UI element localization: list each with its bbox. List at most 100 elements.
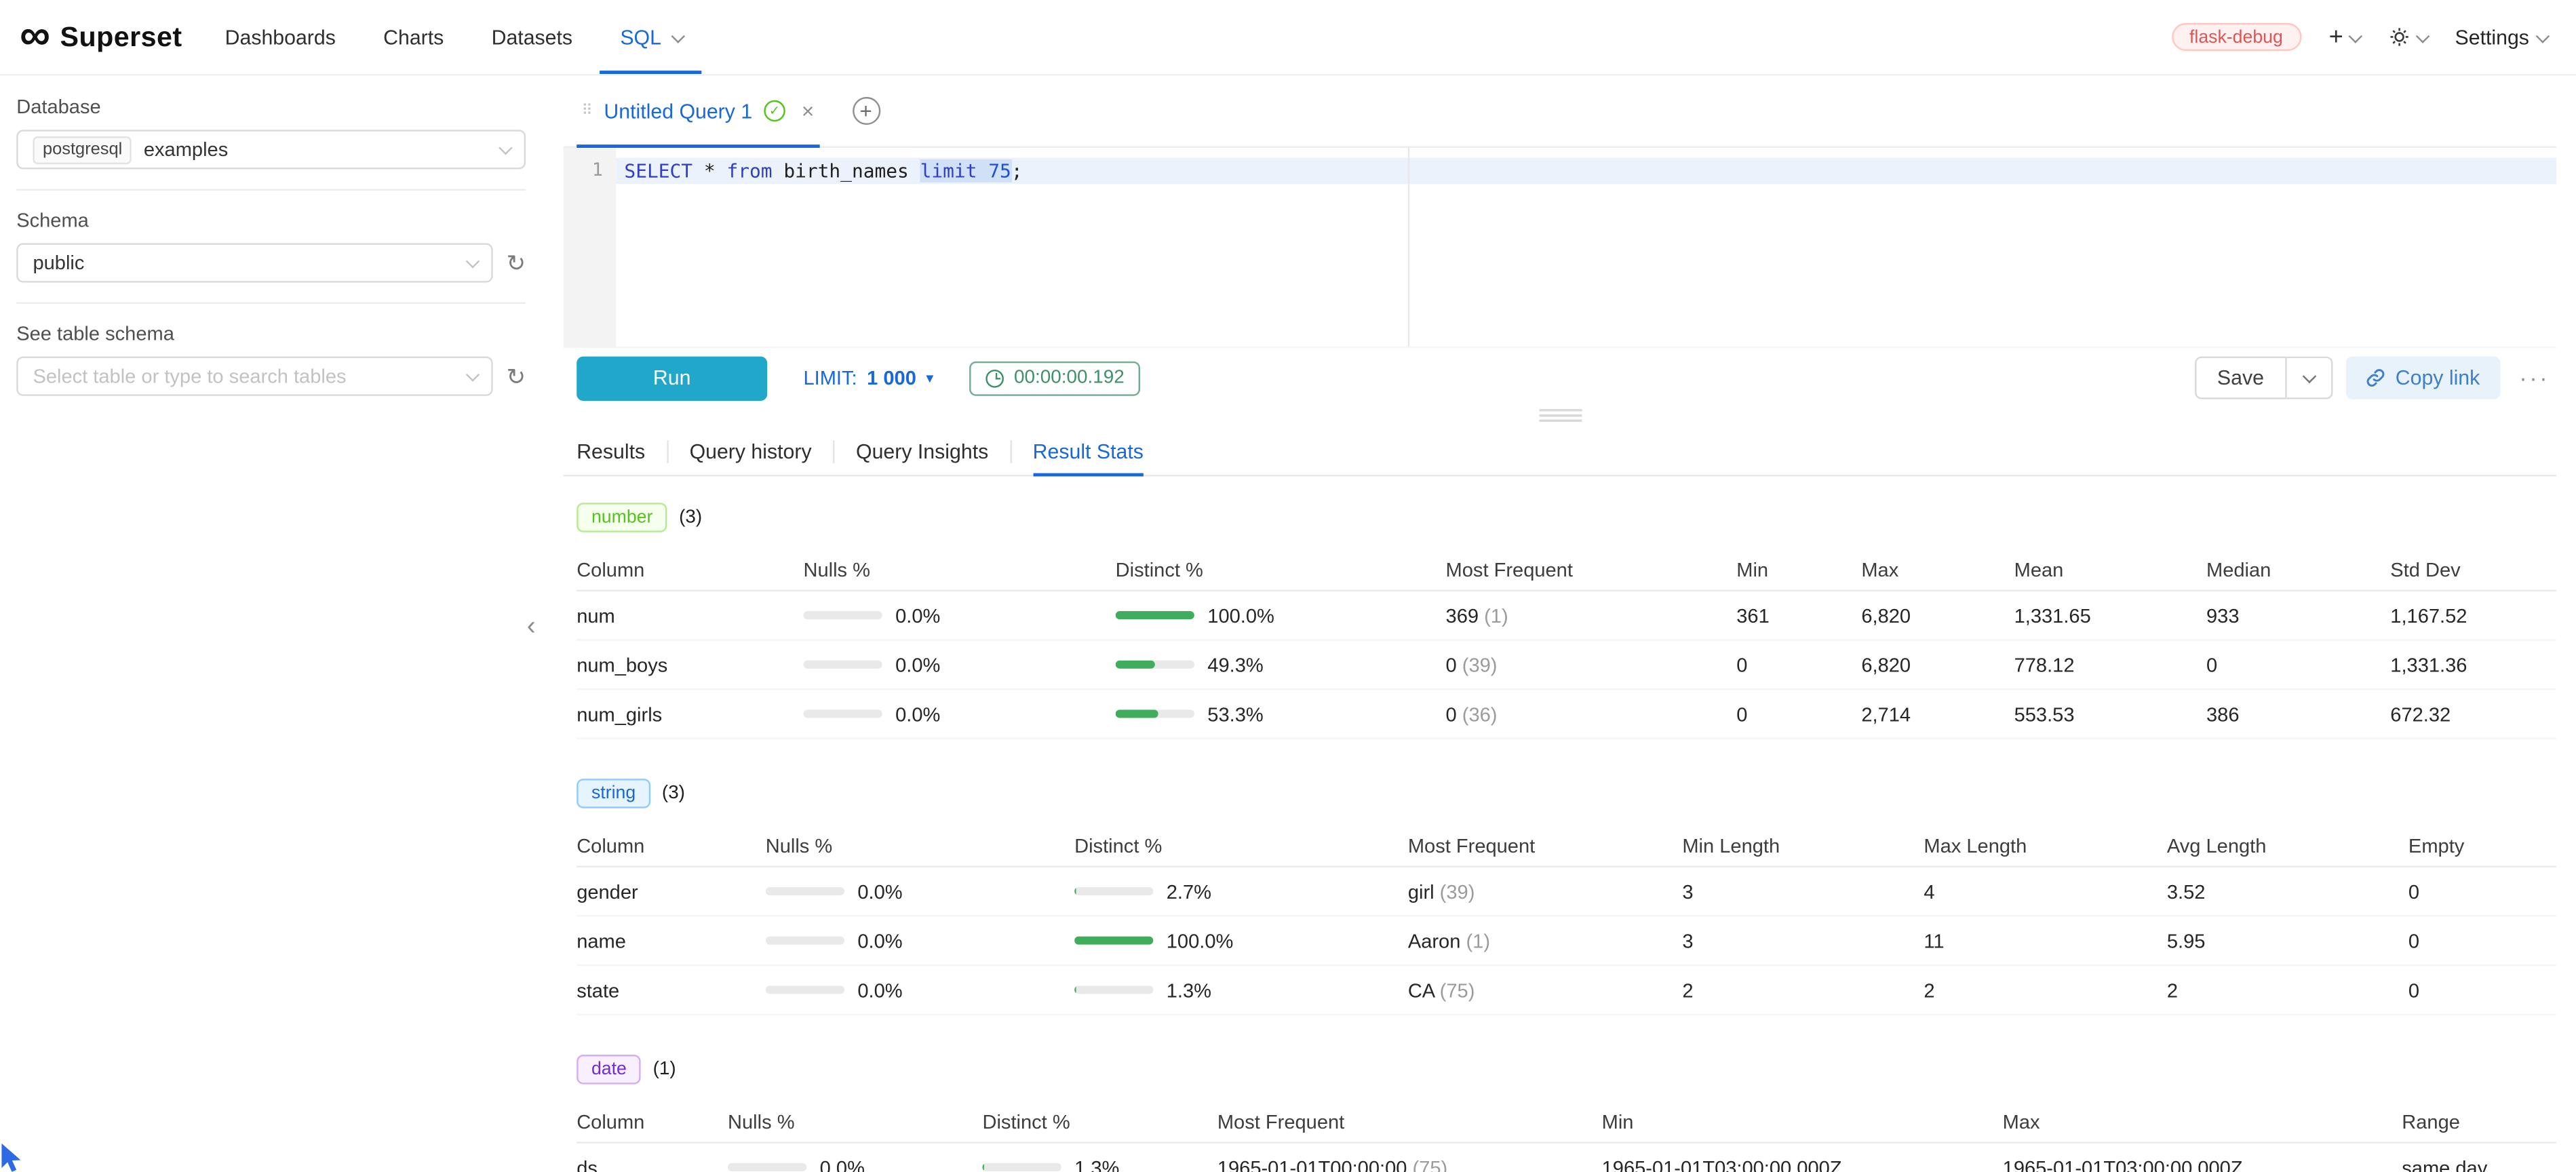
- nav-right: flask-debug + Settings: [2171, 23, 2546, 51]
- percent-cell: 0.0%: [766, 978, 1074, 1001]
- copy-link-button[interactable]: Copy link: [2346, 357, 2499, 399]
- percent-cell: 0.0%: [728, 1156, 982, 1172]
- theme-toggle[interactable]: [2388, 26, 2427, 47]
- results-tab-bar: Results Query history Query Insights Res…: [564, 427, 2556, 477]
- column-header: Max Length: [1924, 834, 2166, 857]
- percent-cell: 2.7%: [1074, 880, 1408, 903]
- column-header: Max: [1861, 558, 2014, 581]
- percent-bar: [728, 1163, 806, 1171]
- save-dropdown-button[interactable]: [2287, 357, 2333, 399]
- stat-cell: 0: [2408, 929, 2556, 952]
- most-frequent-cell: 369 (1): [1446, 604, 1737, 627]
- drag-handle-icon[interactable]: ⠿: [581, 102, 592, 120]
- refresh-tables-icon[interactable]: ↻: [507, 365, 526, 388]
- link-icon: [2366, 368, 2385, 388]
- schema-select[interactable]: public: [16, 243, 493, 282]
- add-query-tab-button[interactable]: +: [852, 97, 880, 125]
- nav-sql[interactable]: SQL: [620, 0, 682, 74]
- query-tab-title: Untitled Query 1: [604, 100, 752, 123]
- column-header: Most Frequent: [1217, 1110, 1602, 1133]
- percent-cell: 0.0%: [803, 702, 1115, 725]
- refresh-schemas-icon[interactable]: ↻: [507, 252, 526, 275]
- percent-bar: [1116, 661, 1194, 669]
- type-badge-string: string: [577, 779, 650, 808]
- type-badge-date: date: [577, 1055, 641, 1085]
- percent-bar: [766, 937, 844, 945]
- stat-cell: 2: [1682, 978, 1924, 1001]
- stats-row: gender0.0%2.7%girl (39)343.520: [577, 867, 2556, 917]
- percent-cell: 53.3%: [1116, 702, 1446, 725]
- run-button[interactable]: Run: [577, 355, 767, 399]
- percent-label: 2.7%: [1167, 880, 1211, 903]
- stat-cell: 3.52: [2167, 880, 2408, 903]
- database-select[interactable]: postgresql examples: [16, 130, 526, 169]
- stats-section-date: date (1) ColumnNulls %Distinct %Most Fre…: [577, 1055, 2556, 1172]
- stat-cell: 1,167.52: [2390, 604, 2556, 627]
- table-select[interactable]: Select table or type to search tables: [16, 357, 493, 396]
- percent-cell: 0.0%: [766, 929, 1074, 952]
- splitter-drag-handle[interactable]: [1538, 409, 1581, 422]
- editor-toolbar: Run LIMIT: 1 000 ▾ 00:00:00.192 Save: [564, 355, 2556, 401]
- stat-cell: 6,820: [1861, 604, 2014, 627]
- nav-charts[interactable]: Charts: [383, 0, 444, 74]
- column-header: Most Frequent: [1446, 558, 1737, 581]
- save-button[interactable]: Save: [2194, 357, 2287, 399]
- stat-cell: 778.12: [2014, 653, 2206, 676]
- sql-token: [692, 159, 704, 182]
- mouse-cursor: [0, 1143, 26, 1172]
- environment-badge: flask-debug: [2171, 23, 2301, 51]
- table-header-row: ColumnNulls %Distinct %Most FrequentMin …: [577, 825, 2556, 867]
- percent-label: 1.3%: [1167, 978, 1211, 1001]
- limit-dropdown[interactable]: LIMIT: 1 000 ▾: [803, 366, 933, 389]
- stat-cell: 0: [2408, 978, 2556, 1001]
- collapse-sidebar-handle[interactable]: ‹: [520, 611, 542, 644]
- string-stats-table: ColumnNulls %Distinct %Most FrequentMin …: [577, 825, 2556, 1015]
- close-tab-icon[interactable]: ×: [802, 98, 814, 123]
- percent-bar: [803, 611, 882, 619]
- sql-token: 75: [988, 159, 1011, 182]
- stat-cell: 2: [1924, 978, 2166, 1001]
- percent-cell: 0.0%: [803, 604, 1115, 627]
- main-menu: Dashboards Charts Datasets SQL: [225, 0, 682, 74]
- percent-bar: [982, 1163, 1061, 1171]
- print-margin-line: [1408, 148, 1409, 347]
- more-options-button[interactable]: ···: [2513, 365, 2556, 391]
- database-value: examples: [144, 138, 228, 161]
- column-header: Mean: [2014, 558, 2206, 581]
- stat-cell: same day: [2402, 1156, 2556, 1172]
- settings-label: Settings: [2455, 26, 2529, 49]
- column-header: Column: [577, 1110, 728, 1133]
- tab-query-insights[interactable]: Query Insights: [835, 427, 1010, 475]
- stat-cell: 1,331.36: [2390, 653, 2556, 676]
- query-tab[interactable]: ⠿ Untitled Query 1 ✓ ×: [577, 75, 819, 146]
- divider: [16, 302, 526, 304]
- chevron-down-icon: [466, 368, 479, 381]
- column-header: Std Dev: [2390, 558, 2556, 581]
- elapsed-time: 00:00:00.192: [1014, 368, 1125, 388]
- type-count: (3): [679, 507, 702, 527]
- tab-query-history[interactable]: Query history: [668, 427, 833, 475]
- sql-editor[interactable]: 1 SELECT * from birth_names limit 75;: [564, 148, 2556, 349]
- nav-datasets[interactable]: Datasets: [492, 0, 573, 74]
- percent-label: 100.0%: [1207, 604, 1274, 627]
- sun-icon: [2388, 26, 2409, 47]
- new-item-menu[interactable]: +: [2329, 24, 2361, 49]
- tab-result-stats[interactable]: Result Stats: [1011, 427, 1165, 475]
- stat-cell: 386: [2206, 702, 2390, 725]
- nav-dashboards[interactable]: Dashboards: [225, 0, 336, 74]
- tab-results[interactable]: Results: [564, 427, 667, 475]
- most-frequent-cell: girl (39): [1408, 880, 1683, 903]
- superset-brand[interactable]: ∞ Superset: [20, 19, 182, 55]
- percent-label: 0.0%: [857, 880, 902, 903]
- column-header: Nulls %: [766, 834, 1074, 857]
- sql-token: from: [726, 159, 772, 182]
- chevron-down-icon: [2349, 29, 2362, 42]
- settings-menu[interactable]: Settings: [2455, 26, 2547, 49]
- code-area[interactable]: SELECT * from birth_names limit 75;: [616, 148, 2556, 347]
- table-schema-label: See table schema: [16, 322, 526, 345]
- most-frequent-cell: CA (75): [1408, 978, 1683, 1001]
- nav-sql-label: SQL: [620, 26, 661, 49]
- percent-bar: [1074, 887, 1153, 895]
- limit-value: 1 000: [867, 366, 916, 389]
- superset-logo-icon: ∞: [20, 12, 50, 55]
